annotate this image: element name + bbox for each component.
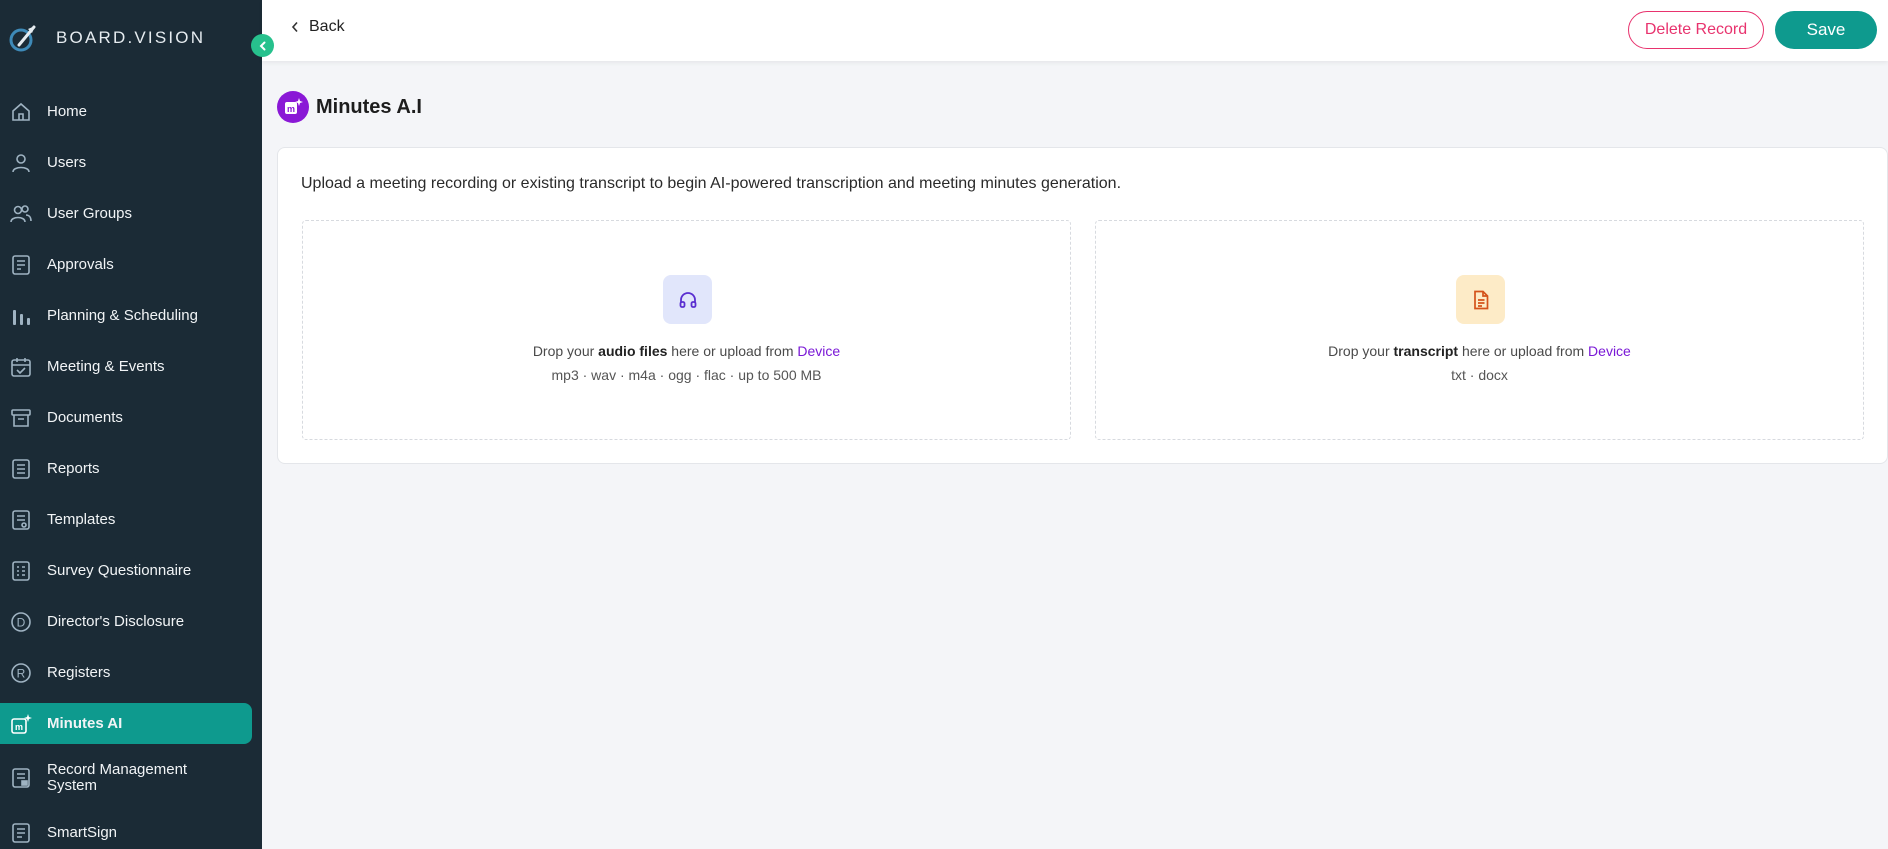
sidebar-item-documents[interactable]: Documents <box>0 392 262 443</box>
template-icon <box>9 508 33 532</box>
transcript-drop-middle: here or upload from <box>1458 343 1589 359</box>
svg-text:D: D <box>17 615 26 629</box>
archive-icon <box>9 406 33 430</box>
audio-drop-middle: here or upload from <box>667 343 798 359</box>
sidebar-item-label: Home <box>47 102 88 120</box>
sidebar: BOARD.VISION Home Users User Groups Appr… <box>0 0 262 849</box>
sidebar-item-label: Users <box>47 153 87 171</box>
smartsign-icon <box>9 821 33 845</box>
survey-icon <box>9 559 33 583</box>
audio-drop-emphasis: audio files <box>598 343 668 359</box>
audio-drop-prefix: Drop your <box>532 343 599 359</box>
sidebar-item-survey-questionnaire[interactable]: Survey Questionnaire <box>0 545 262 596</box>
sidebar-item-label: Survey Questionnaire <box>47 561 192 579</box>
back-label: Back <box>309 18 345 35</box>
intro-text: Upload a meeting recording or existing t… <box>301 175 1122 192</box>
sidebar-item-planning-scheduling[interactable]: Planning & Scheduling <box>0 290 262 341</box>
circle-r-icon: R <box>9 661 33 685</box>
audio-dropzone[interactable]: Drop your audio files here or upload fro… <box>302 220 1071 440</box>
home-icon <box>9 100 33 124</box>
svg-text:m: m <box>287 104 295 114</box>
sidebar-item-approvals[interactable]: Approvals <box>0 239 262 290</box>
svg-text:m: m <box>15 722 23 732</box>
sidebar-item-label: Reports <box>47 459 100 477</box>
page-title: Minutes A.I <box>316 95 422 118</box>
brand-logo-icon <box>9 25 36 52</box>
sidebar-item-label: User Groups <box>47 204 133 222</box>
save-button[interactable]: Save <box>1775 11 1877 49</box>
sidebar-item-directors-disclosure[interactable]: D Director's Disclosure <box>0 596 262 647</box>
svg-text:R: R <box>17 666 26 680</box>
record-icon <box>9 766 33 790</box>
sidebar-item-reports[interactable]: Reports <box>0 443 262 494</box>
sidebar-item-label: Minutes AI <box>47 714 123 732</box>
upload-card: Upload a meeting recording or existing t… <box>277 147 1888 464</box>
sidebar-item-label: Planning & Scheduling <box>47 306 198 324</box>
sidebar-item-label: SmartSign <box>47 823 118 841</box>
bar-chart-icon <box>9 304 33 328</box>
transcript-dropzone[interactable]: Drop your transcript here or upload from… <box>1095 220 1864 440</box>
sidebar-item-label: Documents <box>47 408 123 426</box>
sidebar-item-record-management-system[interactable]: Record Management System <box>0 749 262 807</box>
user-icon <box>9 151 33 175</box>
sidebar-item-home[interactable]: Home <box>0 86 262 137</box>
sidebar-item-label: Director's Disclosure <box>47 612 185 630</box>
minutes-ai-badge-icon: m <box>277 91 309 123</box>
sidebar-item-smartsign[interactable]: SmartSign <box>0 807 262 849</box>
audio-drop-instructions: Drop your audio files here or upload fro… <box>303 343 1070 359</box>
audio-device-link[interactable]: Device <box>797 343 840 359</box>
sidebar-item-registers[interactable]: R Registers <box>0 647 262 698</box>
users-icon <box>9 202 33 226</box>
chevron-left-icon <box>291 21 298 33</box>
transcript-drop-prefix: Drop your <box>1328 343 1394 359</box>
top-bar: Back Delete Record Save <box>262 0 1888 61</box>
sidebar-item-label: Approvals <box>47 255 114 273</box>
list-doc-icon <box>9 457 33 481</box>
sidebar-item-label: Record Management System <box>47 761 188 794</box>
sidebar-item-label: Registers <box>47 663 111 681</box>
sidebar-item-meeting-events[interactable]: Meeting & Events <box>0 341 262 392</box>
transcript-device-link[interactable]: Device <box>1588 343 1631 359</box>
sidebar-item-templates[interactable]: Templates <box>0 494 262 545</box>
minutes-ai-icon: m <box>9 712 33 736</box>
headphones-icon <box>663 275 712 324</box>
brand-name: BOARD.VISION <box>56 28 206 47</box>
sidebar-item-users[interactable]: Users <box>0 137 262 188</box>
document-icon <box>1456 275 1505 324</box>
sidebar-nav: Home Users User Groups Approvals Plannin… <box>0 86 262 849</box>
sidebar-item-label: Meeting & Events <box>47 357 165 375</box>
sidebar-item-label: Templates <box>47 510 116 528</box>
approval-doc-icon <box>9 253 33 277</box>
audio-formats: mp3 · wav · m4a · ogg · flac · up to 500… <box>551 367 822 383</box>
circle-d-icon: D <box>9 610 33 634</box>
chevron-left-icon <box>259 41 265 50</box>
brand[interactable]: BOARD.VISION <box>8 20 205 56</box>
back-link[interactable]: Back <box>291 18 345 36</box>
sidebar-item-minutes-ai[interactable]: m Minutes AI <box>0 703 252 744</box>
transcript-formats: txt · docx <box>1451 367 1508 383</box>
transcript-drop-emphasis: transcript <box>1393 343 1459 359</box>
sidebar-collapse-button[interactable] <box>251 34 274 57</box>
delete-record-button[interactable]: Delete Record <box>1628 11 1764 49</box>
page-heading: m Minutes A.I <box>277 91 422 123</box>
transcript-drop-instructions: Drop your transcript here or upload from… <box>1096 343 1863 359</box>
calendar-check-icon <box>9 355 33 379</box>
sidebar-item-user-groups[interactable]: User Groups <box>0 188 262 239</box>
